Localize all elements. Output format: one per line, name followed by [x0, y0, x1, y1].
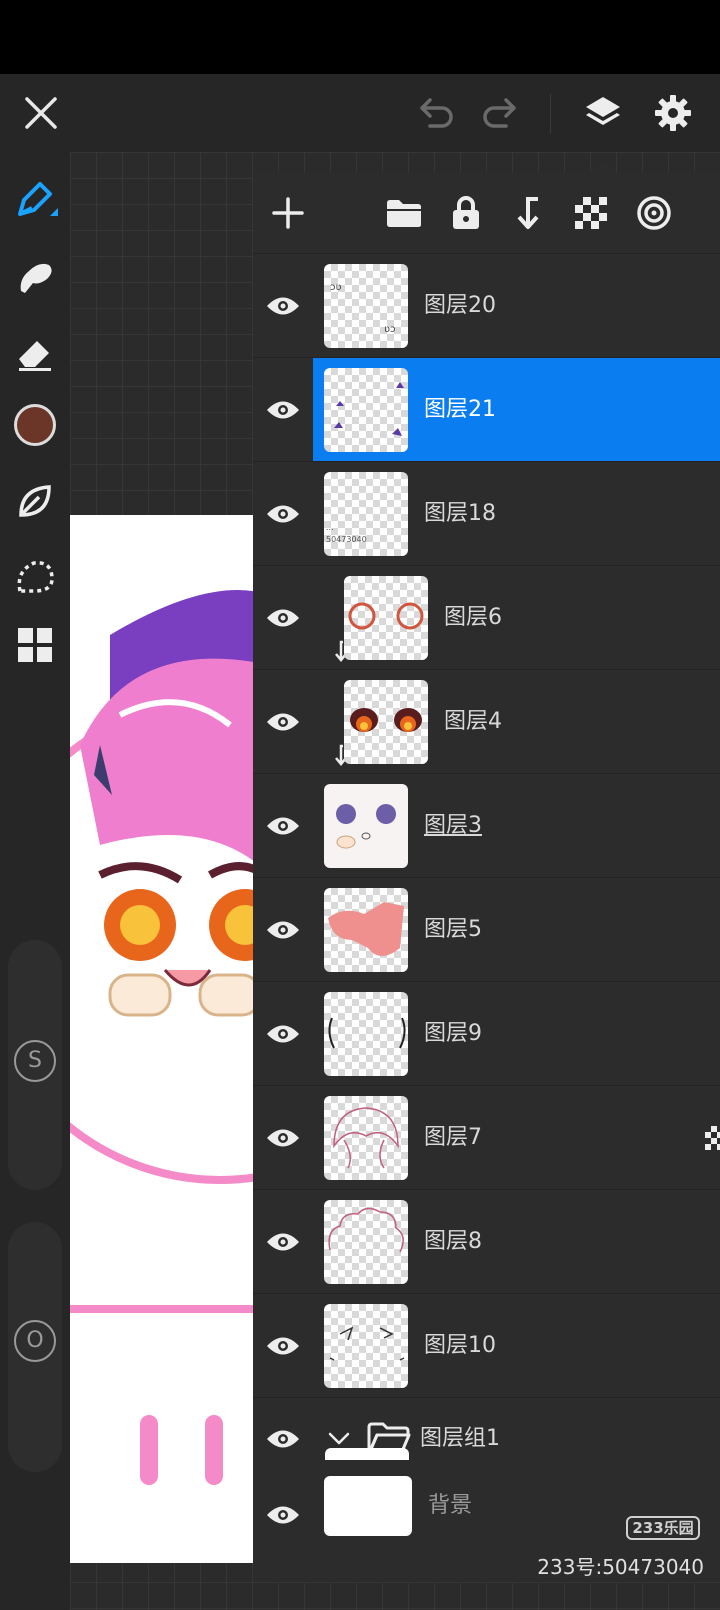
layer-name: 图层7 — [424, 1125, 482, 1150]
hidden-layer-thumb-edge — [325, 1448, 409, 1460]
color-swatch[interactable] — [8, 398, 62, 452]
layer-name: 图层8 — [424, 1229, 482, 1254]
layer-thumbnail: ... 50473040 — [324, 472, 408, 556]
layer-row-body[interactable]: 图层7 — [313, 1086, 720, 1189]
background-thumbnail — [324, 1476, 412, 1536]
visibility-eye-icon[interactable] — [253, 1470, 313, 1560]
layer-name: 图层6 — [444, 605, 502, 630]
visibility-eye-icon[interactable] — [253, 878, 313, 981]
layer-row-body[interactable]: 图层21 — [313, 358, 720, 461]
add-layer-icon[interactable] — [265, 190, 311, 236]
size-slider[interactable]: S — [8, 940, 62, 1190]
close-icon[interactable] — [18, 90, 64, 136]
layer-name: 图层20 — [424, 293, 496, 318]
layer-row[interactable]: 图层10 — [253, 1294, 720, 1398]
visibility-eye-icon[interactable] — [253, 1294, 313, 1397]
size-slider-label: S — [14, 1040, 56, 1082]
layer-name: 图层9 — [424, 1021, 482, 1046]
layer-row-body[interactable]: 图层9 — [313, 982, 720, 1085]
top-toolbar — [0, 74, 720, 152]
svg-text:ɔʋ: ɔʋ — [330, 282, 341, 293]
layer-row[interactable]: 图层3 — [253, 774, 720, 878]
layer-thumbnail — [324, 888, 408, 972]
layer-row-body[interactable]: 图层10 — [313, 1294, 720, 1397]
folder-icon[interactable] — [381, 190, 427, 236]
visibility-eye-icon[interactable] — [253, 566, 313, 669]
layer-row-body[interactable]: ... 50473040 图层18 — [313, 462, 720, 565]
layer-name: 图层21 — [424, 397, 496, 422]
layer-row-body[interactable]: ɔʋ ʋɔ 图层20 — [313, 254, 720, 357]
undo-icon[interactable] — [414, 92, 458, 136]
blend-mode-icon[interactable] — [631, 190, 677, 236]
layer-name: 图层5 — [424, 917, 482, 942]
layer-row[interactable]: ... 50473040 图层18 — [253, 462, 720, 566]
visibility-eye-icon[interactable] — [253, 982, 313, 1085]
artwork-preview — [70, 515, 260, 1563]
layers-icon[interactable] — [578, 88, 628, 138]
watermark-id: 233号:50473040 — [537, 1555, 704, 1579]
brush-tool-icon[interactable] — [8, 174, 62, 228]
layer-thumbnail — [324, 992, 408, 1076]
redo-icon[interactable] — [478, 92, 522, 136]
layer-row-body[interactable]: 图层4 — [313, 670, 720, 773]
left-toolbar: S O — [0, 152, 70, 1610]
merge-down-icon[interactable] — [505, 190, 551, 236]
layer-name: 图层3 — [424, 813, 482, 838]
layer-name: 图层10 — [424, 1333, 496, 1358]
layers-panel: ɔʋ ʋɔ 图层20 图层21 ... 50473040 图层18 图层6 图层… — [253, 172, 720, 1582]
visibility-eye-icon[interactable] — [253, 774, 313, 877]
alpha-lock-icon[interactable] — [568, 190, 614, 236]
visibility-eye-icon[interactable] — [253, 254, 313, 357]
layer-list: ɔʋ ʋɔ 图层20 图层21 ... 50473040 图层18 图层6 图层… — [253, 254, 720, 1480]
svg-text:...: ... — [326, 523, 334, 532]
background-layer-name: 背景 — [428, 1493, 473, 1518]
current-color-icon — [14, 404, 56, 446]
toolbar-divider — [550, 94, 551, 134]
layer-row[interactable]: ɔʋ ʋɔ 图层20 — [253, 254, 720, 358]
panel-pointer — [590, 160, 614, 172]
layer-row-body[interactable]: 图层3 — [313, 774, 720, 877]
layer-thumbnail — [324, 1304, 408, 1388]
layer-row-body[interactable]: 图层5 — [313, 878, 720, 981]
layer-row[interactable]: 图层7 — [253, 1086, 720, 1190]
opacity-slider-label: O — [14, 1320, 56, 1362]
layer-thumbnail — [344, 576, 428, 660]
layer-row-clipped[interactable]: 图层4 — [253, 670, 720, 774]
layer-row[interactable]: 图层8 — [253, 1190, 720, 1294]
visibility-eye-icon[interactable] — [253, 1086, 313, 1189]
visibility-eye-icon[interactable] — [253, 670, 313, 773]
layer-row-selected[interactable]: 图层21 — [253, 358, 720, 462]
layer-row-body[interactable]: 图层6 — [313, 566, 720, 669]
layer-row[interactable]: 图层9 — [253, 982, 720, 1086]
status-bar — [0, 0, 720, 74]
svg-text:50473040: 50473040 — [326, 535, 367, 544]
layer-thumbnail — [324, 1200, 408, 1284]
leaf-tool-icon[interactable] — [8, 474, 62, 528]
lock-icon[interactable] — [443, 190, 489, 236]
visibility-eye-icon[interactable] — [253, 358, 313, 461]
watermark-logo: 233乐园 — [626, 1516, 700, 1540]
layer-name: 图层4 — [444, 709, 502, 734]
layer-row-body[interactable]: 图层8 — [313, 1190, 720, 1293]
svg-text:ʋɔ: ʋɔ — [384, 324, 395, 335]
layer-name: 图层18 — [424, 501, 496, 526]
settings-gear-icon[interactable] — [648, 88, 698, 138]
layer-thumbnail — [324, 368, 408, 452]
smudge-tool-icon[interactable] — [8, 250, 62, 304]
layer-thumbnail: ɔʋ ʋɔ — [324, 264, 408, 348]
layer-thumbnail — [344, 680, 428, 764]
app-root: S O ɔʋ ʋɔ 图层20 图层21 ... 50473040 图层18 图层… — [0, 0, 720, 1610]
eraser-tool-icon[interactable] — [8, 326, 62, 380]
layer-thumbnail — [324, 784, 408, 868]
grid-tool-icon[interactable] — [8, 618, 62, 672]
visibility-eye-icon[interactable] — [253, 1190, 313, 1293]
lasso-select-icon[interactable] — [8, 550, 62, 604]
opacity-slider[interactable]: O — [8, 1222, 62, 1472]
layer-thumbnail — [324, 1096, 408, 1180]
alpha-lock-indicator-icon — [703, 1124, 720, 1152]
layers-panel-toolbar — [253, 172, 720, 254]
layer-row[interactable]: 图层5 — [253, 878, 720, 982]
visibility-eye-icon[interactable] — [253, 462, 313, 565]
layer-row-clipped[interactable]: 图层6 — [253, 566, 720, 670]
